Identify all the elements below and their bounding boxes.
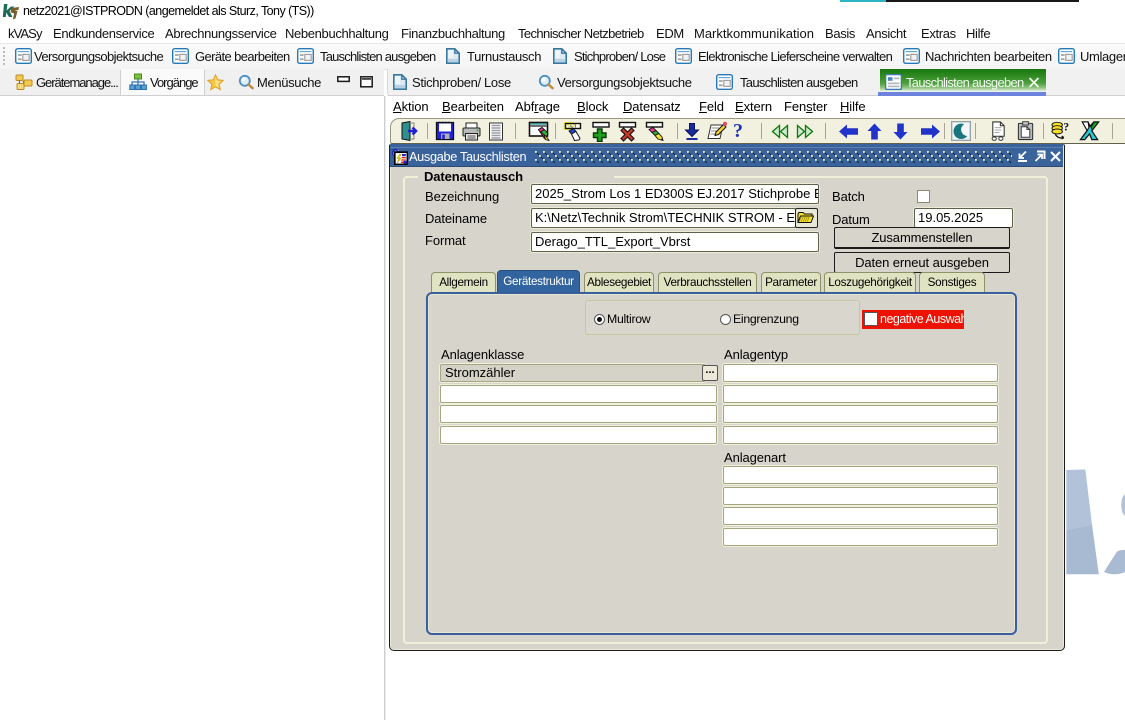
svg-text:?: ? <box>1063 122 1069 134</box>
